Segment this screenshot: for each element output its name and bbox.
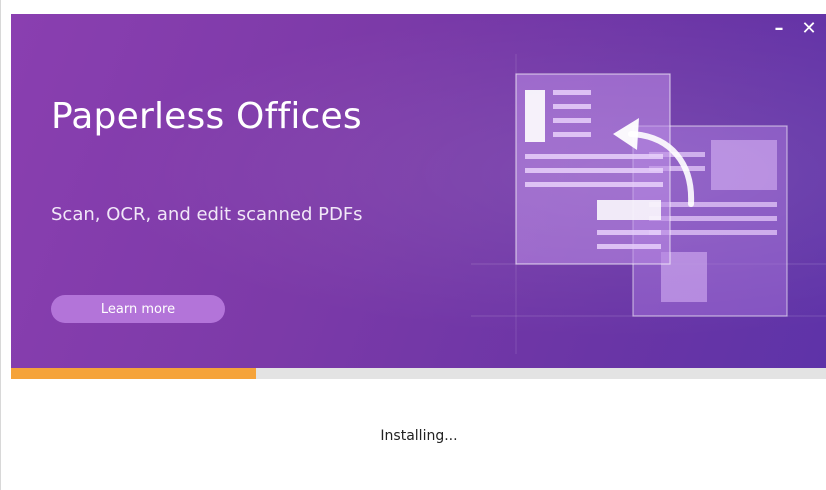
- learn-more-button[interactable]: Learn more: [51, 295, 225, 323]
- installer-window: Paperless Offices Scan, OCR, and edit sc…: [0, 0, 826, 490]
- banner-subtitle: Scan, OCR, and edit scanned PDFs: [51, 204, 363, 225]
- close-button[interactable]: ✕: [800, 20, 818, 38]
- promo-banner: Paperless Offices Scan, OCR, and edit sc…: [11, 14, 826, 368]
- window-controls: – ✕: [770, 20, 818, 38]
- install-progress-bar: [11, 368, 826, 379]
- document-convert-icon: [471, 54, 826, 354]
- install-status-text: Installing...: [380, 428, 458, 444]
- minimize-button[interactable]: –: [770, 20, 788, 38]
- banner-title: Paperless Offices: [51, 96, 362, 137]
- install-progress-fill: [11, 368, 256, 379]
